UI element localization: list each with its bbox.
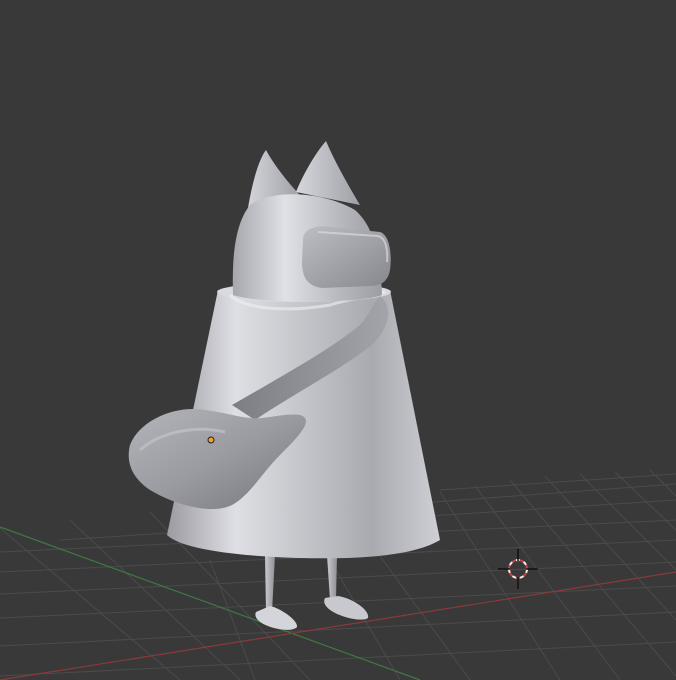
- 3d-viewport[interactable]: [0, 0, 676, 680]
- viewport-canvas[interactable]: [0, 0, 676, 680]
- object-origin-dot[interactable]: [207, 436, 215, 444]
